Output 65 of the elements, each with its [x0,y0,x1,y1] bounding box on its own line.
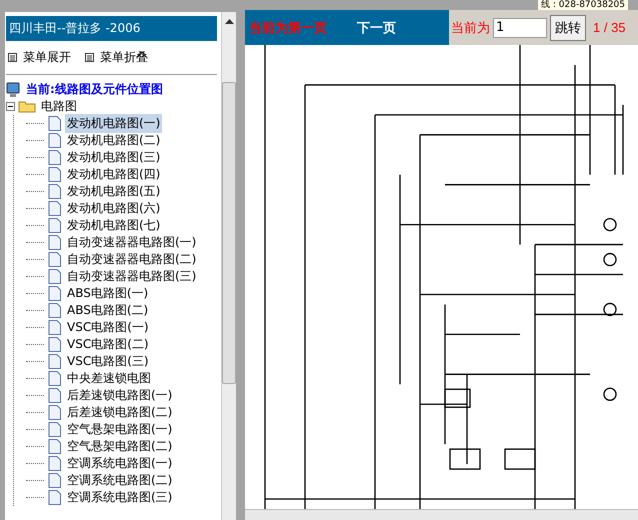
tree-item[interactable]: 自动变速器器电路图(二) [65,250,198,269]
folder-icon [18,100,36,113]
page-icon [48,218,61,233]
page-icon [48,201,61,216]
page-icon [48,235,61,250]
tree-item[interactable]: ABS电路图(一) [65,284,150,303]
menu-action[interactable]: 菜单折叠 [85,49,148,66]
horizontal-scrollbar[interactable] [245,509,638,520]
goto-button[interactable]: 跳转 [550,14,586,40]
page-icon [48,388,61,403]
goto-label: 当前为 [451,20,490,36]
tree-item[interactable]: 空气悬架电路图(二) [65,437,174,456]
tree-item[interactable]: VSC电路图(一) [65,318,151,337]
tree-item[interactable]: 发动机电路图(五) [65,182,162,201]
tree-item[interactable]: ABS电路图(二) [65,301,150,320]
scroll-up-icon[interactable] [224,18,234,24]
tree-item[interactable]: 发动机电路图(四) [65,165,162,184]
tree-item[interactable]: 发动机电路图(七) [65,216,162,235]
page-icon [48,456,61,471]
tree-item[interactable]: 空调系统电路图(三) [65,488,174,507]
tree-item[interactable]: VSC电路图(三) [65,352,151,371]
page-icon [48,320,61,335]
page-count-text: 1 / 35 [593,20,626,35]
tree-item[interactable]: VSC电路图(二) [65,335,151,354]
page-status-text: 当前为第一页 [249,20,327,36]
list-icon [85,53,94,62]
tree-item[interactable]: 后差速锁电路图(一) [65,386,174,405]
tree-item[interactable]: 空气悬架电路图(一) [65,420,174,439]
page-icon [48,371,61,386]
tree-folder[interactable]: 电路图 [39,97,79,116]
tree-item[interactable]: 发动机电路图(二) [65,131,162,150]
page-icon [48,133,61,148]
tree-item[interactable]: 发动机电路图(一) [65,114,162,133]
page-icon [48,337,61,352]
page-icon [48,422,61,437]
tree-item[interactable]: 自动变速器器电路图(三) [65,267,198,286]
page-icon [48,167,61,182]
page-icon [48,184,61,199]
page-icon [48,354,61,369]
page-icon [48,150,61,165]
page-icon [48,286,61,301]
computer-icon [6,82,20,98]
tree-item[interactable]: 发动机电路图(三) [65,148,162,167]
menu-action[interactable]: 菜单展开 [8,49,71,66]
page-icon [48,252,61,267]
tree-item[interactable]: 空调系统电路图(一) [65,454,174,473]
tree-item[interactable]: 空调系统电路图(二) [65,471,174,490]
vertical-scrollbar[interactable] [221,12,236,520]
list-icon [8,53,17,62]
tree-item[interactable]: 发动机电路图(六) [65,199,162,218]
page-icon [48,473,61,488]
page-input[interactable]: 1 [493,18,547,38]
page-icon [48,116,61,131]
page-icon [48,490,61,505]
next-page-link[interactable]: 下一页 [357,18,396,36]
page-icon [48,303,61,318]
page-icon [48,405,61,420]
collapse-icon[interactable] [6,102,15,111]
app-title: 四川丰田--普拉多 -2006 [6,16,217,41]
tree-item[interactable]: 自动变速器器电路图(一) [65,233,198,252]
current-location-text: 当前:线路图及元件位置图 [25,81,164,98]
page-icon [48,439,61,454]
page-icon [48,269,61,284]
tree-item[interactable]: 中央差速锁电图 [65,369,153,388]
tree-item[interactable]: 后差速锁电路图(二) [65,403,174,422]
